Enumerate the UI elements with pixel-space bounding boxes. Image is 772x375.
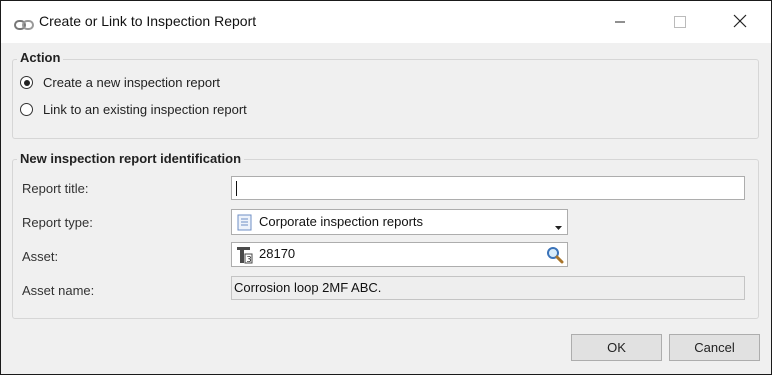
- ok-button-label: OK: [607, 340, 626, 355]
- radio-label-create: Create a new inspection report: [43, 75, 221, 90]
- action-group: [12, 59, 759, 139]
- asset-tag-icon: 3: [234, 245, 254, 268]
- report-title-label: Report title:: [22, 181, 89, 196]
- asset-name-value: Corrosion loop 2MF ABC.: [234, 280, 382, 295]
- maximize-button[interactable]: [657, 1, 703, 43]
- minimize-icon: [614, 13, 626, 32]
- cancel-button-label: Cancel: [694, 340, 735, 355]
- report-type-select[interactable]: Corporate inspection reports: [231, 209, 568, 235]
- asset-name-field: Corrosion loop 2MF ABC.: [231, 276, 745, 300]
- asset-value: 28170: [259, 246, 296, 261]
- report-type-value: Corporate inspection reports: [259, 214, 424, 229]
- radio-button-unchecked[interactable]: [20, 103, 33, 116]
- text-caret: [236, 181, 237, 196]
- close-icon: [733, 13, 747, 32]
- magnifier-icon[interactable]: [546, 246, 564, 267]
- radio-label-link: Link to an existing inspection report: [43, 102, 247, 117]
- report-document-icon: [237, 214, 253, 234]
- action-legend: Action: [17, 50, 64, 65]
- asset-input[interactable]: 3 28170: [231, 242, 568, 267]
- radio-link-existing[interactable]: Link to an existing inspection report: [20, 102, 247, 117]
- close-button[interactable]: [717, 1, 763, 43]
- minimize-button[interactable]: [597, 1, 643, 43]
- cancel-button[interactable]: Cancel: [669, 334, 760, 361]
- ok-button[interactable]: OK: [571, 334, 662, 361]
- radio-button-checked[interactable]: [20, 76, 33, 89]
- maximize-icon: [674, 13, 686, 32]
- report-title-input[interactable]: [231, 176, 745, 200]
- asset-label: Asset:: [22, 249, 59, 264]
- report-type-label: Report type:: [22, 215, 93, 230]
- dialog-window: Create or Link to Inspection Report Acti…: [0, 0, 772, 375]
- identification-legend: New inspection report identification: [17, 151, 245, 166]
- asset-name-label: Asset name:: [22, 283, 95, 298]
- svg-text:3: 3: [247, 255, 252, 264]
- window-title: Create or Link to Inspection Report: [39, 13, 257, 29]
- radio-create-new[interactable]: Create a new inspection report: [20, 75, 220, 90]
- chain-link-icon: [14, 16, 34, 30]
- title-bar: Create or Link to Inspection Report: [1, 1, 771, 43]
- dropdown-arrow-icon[interactable]: [554, 219, 563, 234]
